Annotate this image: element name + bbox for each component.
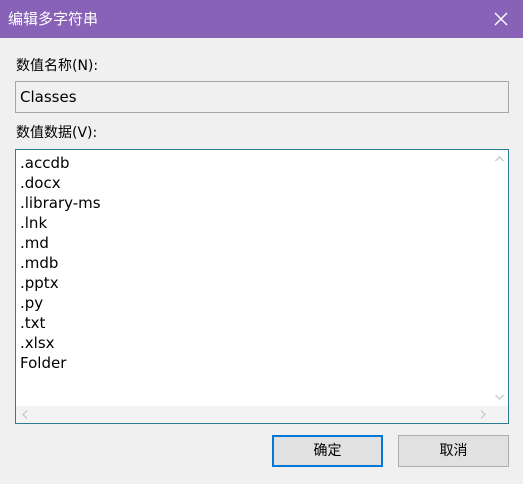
scroll-up-button[interactable] [491, 150, 508, 167]
list-item: .txt [20, 314, 46, 332]
list-item: .accdb [20, 154, 70, 172]
title-bar: 编辑多字符串 [0, 0, 523, 38]
list-item: .md [20, 234, 49, 252]
list-item: .lnk [20, 214, 48, 232]
horizontal-scrollbar[interactable] [16, 406, 491, 423]
list-item: .mdb [20, 254, 59, 272]
value-data-lines: .accdb .docx .library-ms .lnk .md .mdb .… [20, 153, 101, 373]
chevron-down-icon [495, 394, 504, 400]
list-item: .docx [20, 174, 61, 192]
value-data-textarea[interactable]: .accdb .docx .library-ms .lnk .md .mdb .… [15, 149, 509, 424]
close-icon [494, 12, 508, 26]
close-button[interactable] [489, 7, 513, 31]
list-item: .xlsx [20, 334, 55, 352]
ok-button[interactable]: 确定 [272, 435, 383, 467]
list-item: .library-ms [20, 194, 101, 212]
value-data-label: 数值数据(V): [16, 125, 98, 141]
list-item: .pptx [20, 274, 59, 292]
vertical-scrollbar[interactable] [491, 150, 508, 405]
chevron-up-icon [495, 155, 504, 161]
list-item: .py [20, 294, 44, 312]
scroll-right-button[interactable] [474, 406, 491, 423]
list-item: Folder [20, 354, 67, 372]
scroll-left-button[interactable] [16, 406, 33, 423]
value-name-label: 数值名称(N): [16, 58, 99, 74]
chevron-left-icon [21, 410, 27, 419]
scrollbar-corner [491, 406, 508, 423]
chevron-right-icon [480, 410, 486, 419]
cancel-button[interactable]: 取消 [398, 435, 509, 467]
scroll-down-button[interactable] [491, 388, 508, 405]
dialog-title: 编辑多字符串 [8, 10, 99, 28]
value-name-field[interactable]: Classes [15, 81, 509, 113]
